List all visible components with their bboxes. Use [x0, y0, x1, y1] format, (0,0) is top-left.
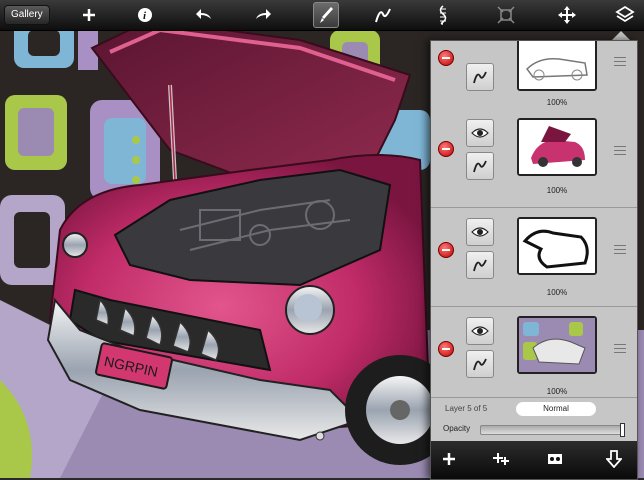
- layer-opacity: 100%: [546, 288, 568, 297]
- layers-bottom-bar: [431, 441, 637, 479]
- layer-count-label: Layer 5 of 5: [445, 404, 488, 413]
- move-icon[interactable]: [551, 1, 583, 29]
- layer-row[interactable]: 100%: [431, 208, 637, 307]
- layer-properties: Layer 5 of 5 Normal Opacity: [431, 397, 637, 442]
- layer-thumbnail: [517, 316, 597, 374]
- undo-icon[interactable]: [188, 1, 220, 29]
- layer-row[interactable]: 100%: [431, 109, 637, 208]
- delete-layer-button[interactable]: [438, 242, 454, 258]
- transform-icon[interactable]: [490, 1, 522, 29]
- blend-stroke-icon[interactable]: [466, 350, 494, 378]
- layers-panel: 100% 100% 100% 100% Layer 5 of 5 Normal …: [430, 40, 638, 480]
- add-layer-icon[interactable]: [434, 445, 464, 473]
- info-icon[interactable]: i: [129, 1, 161, 29]
- duplicate-layer-icon[interactable]: [486, 445, 516, 473]
- delete-layer-button[interactable]: [438, 341, 454, 357]
- visibility-eye-icon[interactable]: [466, 317, 494, 345]
- layer-opacity: 100%: [546, 186, 568, 195]
- top-toolbar: Gallery i: [0, 0, 644, 31]
- plus-icon[interactable]: [73, 1, 105, 29]
- opacity-slider-thumb[interactable]: [620, 423, 625, 437]
- blend-stroke-icon[interactable]: [466, 152, 494, 180]
- blend-stroke-icon[interactable]: [466, 63, 494, 91]
- drag-handle-icon[interactable]: [614, 57, 626, 66]
- blend-stroke-icon[interactable]: [466, 251, 494, 279]
- blend-mode-button[interactable]: Normal: [516, 402, 596, 416]
- gallery-button[interactable]: Gallery: [4, 5, 50, 25]
- stroke-icon[interactable]: [367, 1, 399, 29]
- layer-row[interactable]: 100%: [431, 307, 637, 406]
- smudge-icon[interactable]: [427, 1, 459, 29]
- drag-handle-icon[interactable]: [614, 344, 626, 353]
- drag-handle-icon[interactable]: [614, 245, 626, 254]
- visibility-eye-icon[interactable]: [466, 119, 494, 147]
- layer-opacity: 100%: [546, 98, 568, 107]
- visibility-eye-icon[interactable]: [466, 218, 494, 246]
- opacity-label: Opacity: [443, 424, 471, 433]
- panel-pointer: [612, 31, 630, 40]
- layer-thumbnail: [517, 217, 597, 275]
- drag-handle-icon[interactable]: [614, 146, 626, 155]
- delete-layer-button[interactable]: [438, 50, 454, 66]
- merge-down-icon[interactable]: [599, 445, 629, 473]
- delete-layer-button[interactable]: [438, 141, 454, 157]
- layer-thumbnail: [517, 118, 597, 176]
- layers-icon[interactable]: [609, 1, 641, 29]
- layer-row[interactable]: 100%: [431, 41, 637, 110]
- merge-layer-icon[interactable]: [540, 445, 570, 473]
- layer-thumbnail: [517, 41, 597, 91]
- redo-icon[interactable]: [247, 1, 279, 29]
- brush-icon[interactable]: [313, 2, 339, 28]
- opacity-slider[interactable]: [480, 423, 625, 437]
- layer-opacity: 100%: [546, 387, 568, 396]
